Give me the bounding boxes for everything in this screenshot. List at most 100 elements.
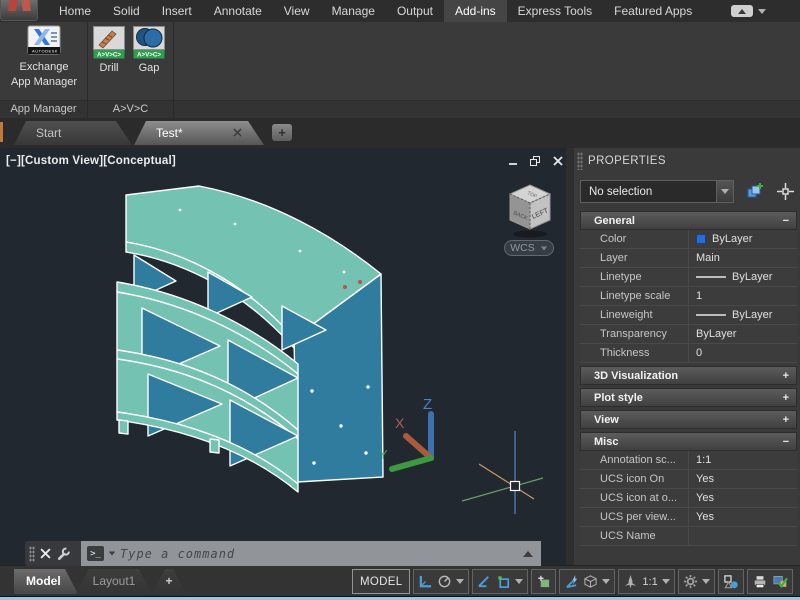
osnap-3d-group bbox=[531, 569, 556, 594]
crosshair-cursor bbox=[462, 431, 543, 514]
polar-osnap-group bbox=[472, 569, 528, 594]
command-input[interactable] bbox=[120, 547, 519, 561]
command-line-window: >_ bbox=[25, 541, 541, 566]
section-header-3d-visualization[interactable]: 3D Visualization + bbox=[580, 366, 797, 385]
autocad-logo-icon bbox=[8, 0, 18, 11]
lineweight-glyph bbox=[696, 314, 726, 316]
model-space-button[interactable]: MODEL bbox=[352, 569, 410, 594]
section-header-general[interactable]: General − bbox=[580, 211, 797, 230]
plot-performance-group bbox=[747, 569, 793, 594]
section-header-misc[interactable]: Misc − bbox=[580, 432, 797, 451]
exchange-app-manager-button[interactable]: AUTODESK Exchange App Manager bbox=[5, 25, 83, 97]
layout1-tab[interactable]: Layout1 bbox=[76, 569, 152, 594]
drill-icon: A>V>C> bbox=[93, 26, 125, 59]
wcs-dropdown[interactable]: WCS bbox=[504, 240, 554, 256]
gear-icon[interactable] bbox=[683, 574, 698, 589]
toggle-pickadd-button[interactable] bbox=[743, 181, 765, 203]
svg-text:A>V>C>: A>V>C> bbox=[97, 52, 121, 59]
drawing-viewport[interactable]: Z X Y [−][Custom View][Conceptual] bbox=[0, 148, 566, 565]
chevron-down-icon[interactable] bbox=[456, 579, 464, 584]
object-snap-button[interactable] bbox=[496, 574, 511, 589]
property-row-ucs-icon-on: UCS icon On Yes bbox=[580, 470, 797, 489]
property-row-thickness: Thickness 0 bbox=[580, 344, 797, 363]
collapse-icon[interactable]: − bbox=[783, 215, 789, 227]
tab-view[interactable]: View bbox=[273, 0, 321, 22]
pickadd-icon bbox=[745, 182, 764, 201]
snap-mode-button[interactable] bbox=[437, 574, 452, 589]
property-row-lineweight: Lineweight ByLayer bbox=[580, 306, 797, 325]
annotation-scale-value[interactable]: 1:1 bbox=[642, 576, 657, 588]
tab-manage[interactable]: Manage bbox=[321, 0, 386, 22]
drill-button[interactable]: A>V>C> Drill bbox=[91, 26, 127, 74]
recent-commands-caret-icon[interactable] bbox=[109, 552, 115, 556]
restore-icon[interactable] bbox=[530, 156, 541, 166]
tab-add-ins[interactable]: Add-ins bbox=[444, 0, 507, 22]
expand-icon[interactable]: + bbox=[783, 370, 789, 382]
object-snap-3d-button[interactable] bbox=[536, 574, 551, 589]
svg-text:AUTODESK: AUTODESK bbox=[32, 48, 58, 53]
close-command-line-icon[interactable] bbox=[40, 548, 51, 559]
chevron-down-icon[interactable] bbox=[702, 579, 710, 584]
chevron-down-icon[interactable] bbox=[662, 579, 670, 584]
ribbon-minimize-control[interactable] bbox=[731, 0, 766, 22]
exchange-label-line1: Exchange bbox=[20, 61, 69, 74]
ucs-selection-group bbox=[559, 569, 615, 594]
annotation-scale-icon[interactable] bbox=[623, 574, 638, 589]
customize-wrench-icon[interactable] bbox=[56, 546, 71, 561]
dynamic-ucs-button[interactable] bbox=[564, 574, 579, 589]
grid-snap-group bbox=[413, 569, 469, 594]
tab-featured-apps[interactable]: Featured Apps bbox=[603, 0, 703, 22]
isolate-group bbox=[718, 569, 744, 594]
chevron-down-icon[interactable] bbox=[515, 579, 523, 584]
svg-text:X: X bbox=[395, 415, 405, 431]
collapse-icon[interactable]: − bbox=[783, 436, 789, 448]
file-tab-test[interactable]: Test* bbox=[134, 121, 264, 145]
drag-grip-icon[interactable] bbox=[29, 546, 35, 562]
close-icon[interactable] bbox=[553, 156, 563, 166]
command-history-up-icon[interactable] bbox=[523, 551, 533, 557]
panel-label-app-manager[interactable]: App Manager bbox=[0, 101, 88, 118]
isolate-objects-button[interactable] bbox=[723, 574, 739, 590]
expand-icon[interactable]: + bbox=[783, 392, 789, 404]
tab-solid[interactable]: Solid bbox=[102, 0, 151, 22]
panel-label-avc[interactable]: A>V>C bbox=[88, 101, 174, 118]
ribbon-tabs: Home Solid Insert Annotate View Manage O… bbox=[48, 0, 703, 22]
plot-printer-button[interactable] bbox=[752, 574, 768, 589]
application-menu-button[interactable] bbox=[0, 0, 38, 21]
polar-tracking-button[interactable] bbox=[477, 574, 492, 589]
properties-title: PROPERTIES bbox=[588, 155, 666, 167]
tab-insert[interactable]: Insert bbox=[151, 0, 203, 22]
file-tab-test-label: Test* bbox=[156, 126, 183, 140]
tab-output[interactable]: Output bbox=[386, 0, 444, 22]
selection-cycling-button[interactable] bbox=[583, 574, 598, 589]
property-row-layer: Layer Main bbox=[580, 249, 797, 268]
model-tab[interactable]: Model bbox=[14, 569, 78, 594]
section-header-view[interactable]: View + bbox=[580, 410, 797, 429]
close-tab-icon[interactable] bbox=[233, 128, 242, 137]
gap-button[interactable]: A>V>C> Gap bbox=[131, 26, 167, 74]
palette-grip-icon[interactable] bbox=[577, 152, 583, 170]
section-header-plot-style[interactable]: Plot style + bbox=[580, 388, 797, 407]
viewport-controls-label[interactable]: [−][Custom View][Conceptual] bbox=[6, 155, 176, 167]
tab-express-tools[interactable]: Express Tools bbox=[507, 0, 603, 22]
grid-display-button[interactable] bbox=[418, 574, 433, 589]
property-row-annotation-scale: Annotation sc... 1:1 bbox=[580, 451, 797, 470]
view-cube[interactable]: TOP BACK LEFT bbox=[503, 182, 559, 240]
expand-icon[interactable]: + bbox=[783, 414, 789, 426]
exchange-label-line2: App Manager bbox=[11, 76, 77, 89]
minimize-icon[interactable] bbox=[508, 156, 518, 166]
graphics-performance-button[interactable] bbox=[772, 574, 788, 589]
selection-dropdown[interactable]: No selection bbox=[580, 180, 734, 203]
file-tab-start[interactable]: Start bbox=[14, 121, 132, 145]
chevron-down-icon[interactable] bbox=[602, 579, 610, 584]
palette-divider[interactable] bbox=[566, 148, 574, 565]
new-drawing-tab-button[interactable]: + bbox=[272, 124, 292, 141]
command-prompt-icon[interactable]: >_ bbox=[87, 546, 104, 561]
dropdown-arrow-icon[interactable] bbox=[716, 181, 733, 202]
properties-title-bar[interactable]: PROPERTIES bbox=[574, 148, 800, 174]
select-objects-button[interactable] bbox=[774, 181, 796, 203]
new-layout-button[interactable]: + bbox=[152, 569, 186, 594]
tab-annotate[interactable]: Annotate bbox=[203, 0, 273, 22]
tab-home[interactable]: Home bbox=[48, 0, 102, 22]
command-input-area: >_ bbox=[81, 541, 541, 566]
